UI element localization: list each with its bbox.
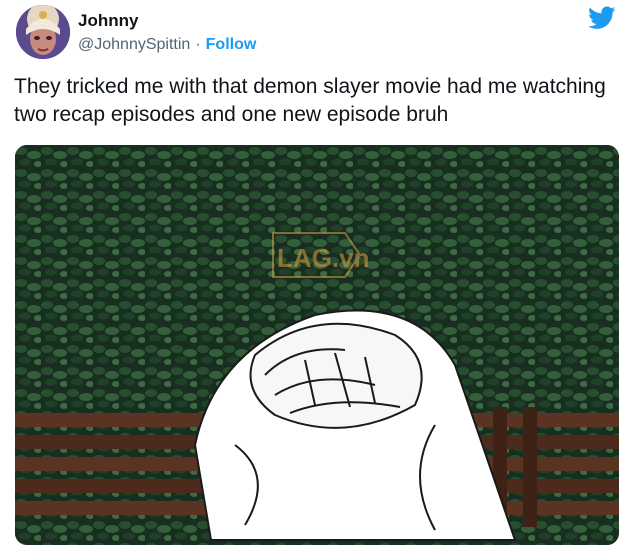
- author-handle[interactable]: @JohnnySpittin: [78, 36, 190, 54]
- separator-dot: ·: [195, 36, 201, 53]
- author-handle-row: @JohnnySpittin · Follow: [78, 36, 256, 54]
- avatar[interactable]: [16, 5, 70, 59]
- svg-text:LAG.vn: LAG.vn: [277, 243, 369, 273]
- twitter-bird-icon[interactable]: [588, 6, 616, 30]
- author-display-name[interactable]: Johnny: [78, 11, 138, 31]
- tweet-text: They tricked me with that demon slayer m…: [14, 75, 606, 126]
- follow-button[interactable]: Follow: [206, 36, 257, 54]
- tweet-media-image[interactable]: LAG.vn: [15, 145, 619, 545]
